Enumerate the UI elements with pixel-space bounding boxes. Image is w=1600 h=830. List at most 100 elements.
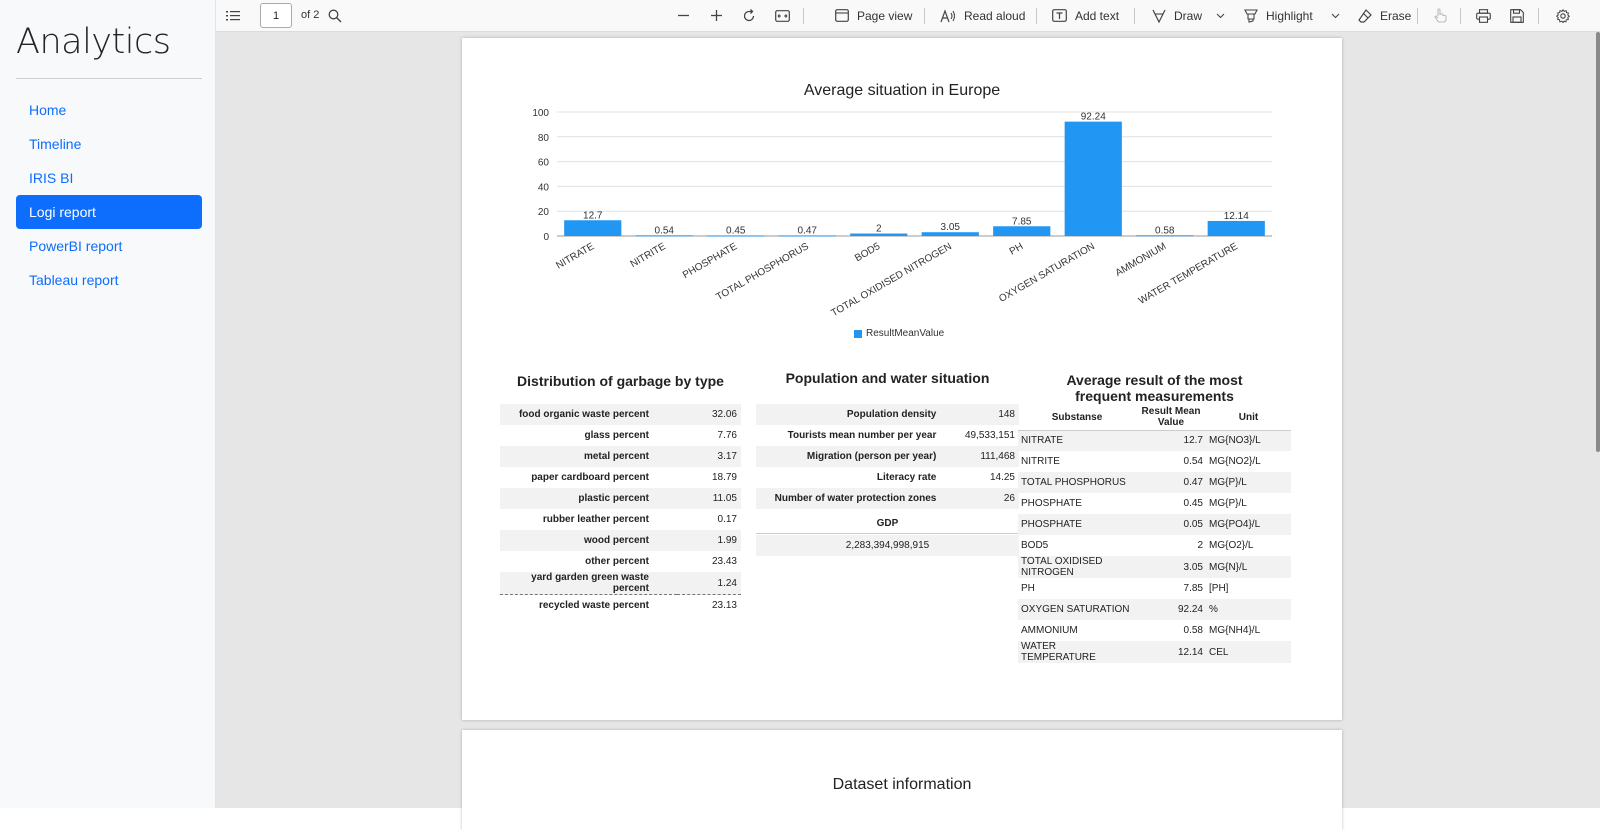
plus-icon: [710, 9, 723, 22]
touch-button[interactable]: [1434, 0, 1447, 31]
rotate-button[interactable]: [742, 0, 756, 31]
table-row: food organic waste percent 32.06: [500, 404, 741, 425]
row-value: 23.43: [711, 556, 737, 567]
value-cell: 0.05: [1183, 519, 1203, 530]
data-label: 92.24: [1081, 112, 1106, 123]
row-value: 3.17: [717, 451, 737, 462]
sidebar-item-tableau-report[interactable]: Tableau report: [16, 263, 202, 297]
value-cell: 2: [1197, 540, 1203, 551]
row-label: yard garden green waste percent: [500, 572, 677, 595]
highlighter-icon: [1244, 8, 1258, 23]
table-header-row: Substanse Result Mean Value Unit: [1018, 405, 1291, 431]
measurements-title-line1: Average result of the most: [1066, 372, 1243, 388]
table-row: WATER TEMPERATURE 12.14 CEL: [1018, 641, 1291, 663]
data-label: 2: [876, 224, 882, 235]
save-button[interactable]: [1510, 0, 1524, 31]
toolbar-separator: [1538, 8, 1539, 24]
value-cell: 0.58: [1183, 625, 1203, 636]
page-view-button[interactable]: Page view: [835, 0, 912, 31]
y-tick-label: 100: [532, 108, 549, 119]
print-button[interactable]: [1476, 0, 1491, 31]
sidebar-item-timeline[interactable]: Timeline: [16, 127, 202, 161]
row-label: other percent: [585, 556, 649, 567]
substance-cell: PHOSPHATE: [1021, 519, 1082, 530]
table-row: PH 7.85 [PH]: [1018, 578, 1291, 599]
sidebar-item-logi-report[interactable]: Logi report: [16, 195, 202, 229]
value-cell: 12.7: [1183, 435, 1203, 447]
table-row: metal percent 3.17: [500, 446, 741, 467]
substance-cell: NITRITE: [1021, 456, 1060, 467]
measurements-table: Substanse Result Mean Value Unit NITRATE 1…: [1018, 405, 1291, 663]
fit-width-button[interactable]: [775, 0, 790, 31]
row-value: 32.06: [711, 409, 737, 420]
gear-icon: [1556, 8, 1570, 23]
substance-cell: PHOSPHATE: [1021, 498, 1082, 509]
column-header-value-line2: Value: [1157, 417, 1185, 429]
bar: [1207, 220, 1265, 236]
page2-title: Dataset information: [832, 776, 972, 793]
table-row: NITRITE 0.54 MG{NO2}/L: [1018, 451, 1291, 472]
row-label: Number of water protection zones: [774, 493, 937, 504]
find-button[interactable]: [328, 0, 342, 31]
x-tick-label: BOD5: [853, 241, 882, 264]
row-value: 1.24: [677, 572, 741, 595]
divider: [16, 78, 202, 79]
value-cell: 12.14: [1177, 646, 1203, 658]
highlight-options-button[interactable]: [1331, 0, 1340, 31]
column-header-value: Result Mean Value: [1136, 405, 1206, 431]
x-tick-label: PHOSPHATE: [681, 241, 740, 281]
page-count: of 2: [301, 9, 320, 21]
add-text-button[interactable]: Add text: [1052, 0, 1119, 31]
substance-cell: WATER TEMPERATURE: [1021, 641, 1096, 663]
pdf-page-2: Dataset information: [462, 730, 1342, 830]
row-label: paper cardboard percent: [531, 472, 649, 483]
value-cell: 0.47: [1183, 477, 1203, 488]
y-tick-label: 40: [538, 182, 550, 193]
print-icon: [1476, 8, 1491, 23]
table-row: recycled waste percent 23.13: [500, 595, 741, 616]
sidebar-item-home[interactable]: Home: [16, 93, 202, 127]
row-value: 49,533,151: [964, 430, 1015, 441]
substance-cell: OXYGEN SATURATION: [1021, 604, 1130, 615]
toolbar-separator: [803, 8, 804, 24]
sidebar-item-iris-bi[interactable]: IRIS BI: [16, 161, 202, 195]
draw-button[interactable]: Draw: [1152, 0, 1202, 31]
highlight-button[interactable]: Highlight: [1244, 0, 1313, 31]
pen-icon: [1152, 9, 1166, 23]
value-cell: 7.85: [1183, 583, 1203, 594]
x-tick-label: AMMONIUM: [1114, 241, 1169, 279]
settings-button[interactable]: [1556, 0, 1570, 31]
table-row: rubber leather percent 0.17: [500, 509, 741, 530]
scrollbar[interactable]: [1596, 32, 1600, 452]
draw-options-button[interactable]: [1216, 0, 1225, 31]
erase-button[interactable]: Erase: [1358, 0, 1411, 31]
read-aloud-button[interactable]: Read aloud: [940, 0, 1025, 31]
y-tick-label: 80: [538, 133, 550, 144]
garbage-table: food organic waste percent 32.06 glass per…: [500, 404, 741, 616]
table-row: yard garden green waste percent 1.24: [500, 572, 741, 595]
table-row: Tourists mean number per year 49,533,151: [756, 425, 1019, 446]
unit-cell: %: [1209, 604, 1218, 615]
contents-button[interactable]: [226, 0, 240, 31]
table-row: PHOSPHATE 0.45 MG{P}/L: [1018, 493, 1291, 514]
page-number-input[interactable]: [260, 3, 292, 28]
substance-cell: TOTAL OXIDISED NITROGEN: [1021, 556, 1103, 578]
sidebar-item-powerbi-report[interactable]: PowerBI report: [16, 229, 202, 263]
y-tick-label: 20: [538, 207, 550, 218]
table-row: AMMONIUM 0.58 MG{NH4}/L: [1018, 620, 1291, 641]
substance-cell: BOD5: [1021, 540, 1049, 551]
toolbar-separator: [1134, 8, 1135, 24]
sidebar: Analytics Home Timeline IRIS BI Logi rep…: [0, 0, 216, 808]
data-label: 7.85: [1012, 216, 1032, 227]
table-row: wood percent 1.99: [500, 530, 741, 551]
legend-label: ResultMeanValue: [866, 328, 945, 339]
gdp-header: GDP: [756, 513, 1019, 534]
bar: [1064, 121, 1122, 236]
toolbar-separator: [924, 8, 925, 24]
zoom-out-button[interactable]: [677, 0, 690, 31]
sidebar-nav: Home Timeline IRIS BI Logi report PowerB…: [16, 93, 202, 297]
zoom-in-button[interactable]: [710, 0, 723, 31]
measurements-table-title: Average result of the most frequent meas…: [1018, 372, 1291, 404]
save-icon: [1510, 8, 1524, 23]
read-aloud-icon: [940, 8, 956, 23]
